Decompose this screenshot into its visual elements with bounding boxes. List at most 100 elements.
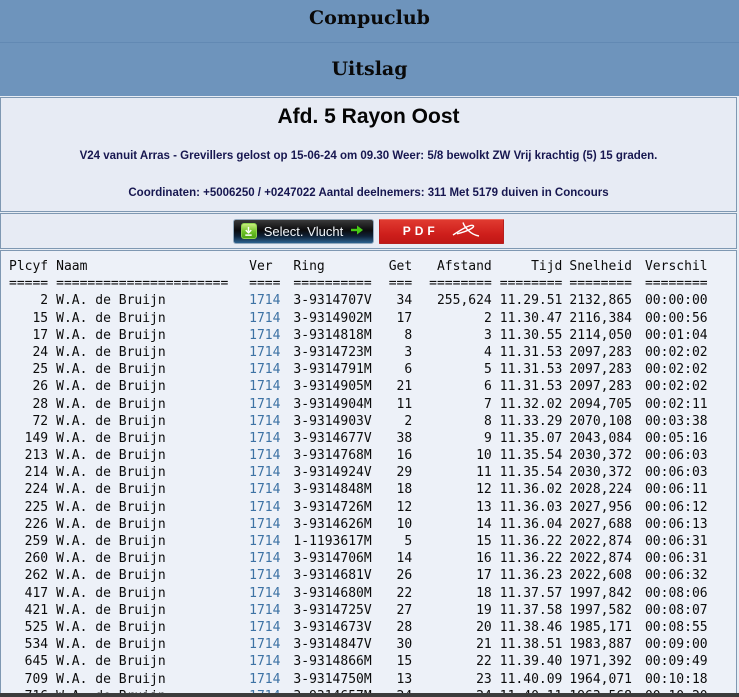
cell-plcyf: 421 xyxy=(24,602,49,618)
ver-link[interactable]: 1714 xyxy=(249,292,280,309)
table-row: 213 W.A. de Bruijn 1714 3-9314768M 16 10 11.35… xyxy=(9,447,736,464)
cell-afstand: 10 xyxy=(476,448,492,464)
ver-link[interactable]: 1714 xyxy=(249,533,280,550)
table-row: 225 W.A. de Bruijn 1714 3-9314726M 12 13 11.36… xyxy=(9,499,736,516)
table-row: 214 W.A. de Bruijn 1714 3-9314924V 29 11 11.35… xyxy=(9,464,736,481)
ver-link[interactable]: 1714 xyxy=(249,344,280,361)
cell-afstand: 5 xyxy=(483,362,492,378)
cell-tijd: 11.37.57 xyxy=(499,585,563,601)
ver-link[interactable]: 1714 xyxy=(249,602,280,619)
cell-plcyf: 149 xyxy=(24,430,49,446)
pdf-button[interactable]: PDF xyxy=(379,218,505,244)
column-header-ver: Ver xyxy=(249,259,273,274)
flight-info-panel: Afd. 5 Rayon Oost V24 vanuit Arras - Gre… xyxy=(0,97,737,212)
cell-afstand: 9 xyxy=(483,430,492,446)
column-header-snelheid: Snelheid xyxy=(569,259,632,274)
ver-link[interactable]: 1714 xyxy=(249,671,280,688)
cell-get: 22 xyxy=(396,585,413,601)
page-title: Afd. 5 Rayon Oost xyxy=(277,105,460,128)
ver-link[interactable]: 1714 xyxy=(249,481,280,498)
table-row: 260 W.A. de Bruijn 1714 3-9314706M 14 16 11.36… xyxy=(9,550,736,567)
cell-tijd: 11.32.02 xyxy=(499,396,563,412)
cell-get: 21 xyxy=(396,379,413,395)
cell-ring: 3-9314706M xyxy=(293,551,372,567)
cell-get: 34 xyxy=(396,293,413,309)
cell-snelheid: 2043,084 xyxy=(569,430,632,446)
table-row: 417 W.A. de Bruijn 1714 3-9314680M 22 18 11.37… xyxy=(9,585,736,602)
ver-link[interactable]: 1714 xyxy=(249,413,280,430)
cell-tijd: 11.30.47 xyxy=(499,310,563,326)
cell-snelheid: 2116,384 xyxy=(569,310,632,326)
cell-get: 18 xyxy=(396,482,413,498)
table-row: 525 W.A. de Bruijn 1714 3-9314673V 28 20 11.38… xyxy=(9,619,736,636)
ver-link[interactable]: 1714 xyxy=(249,447,280,464)
ver-link[interactable]: 1714 xyxy=(249,585,280,602)
table-row: 15 W.A. de Bruijn 1714 3-9314902M 17 2 11.30.4… xyxy=(9,310,736,327)
ver-link[interactable]: 1714 xyxy=(249,361,280,378)
banner-title: Compuclub xyxy=(0,0,739,43)
column-header-naam: Naam xyxy=(56,259,88,274)
cell-ring: 3-9314848M xyxy=(293,482,372,498)
ver-link[interactable]: 1714 xyxy=(249,619,280,636)
cell-naam: W.A. de Bruijn xyxy=(56,327,166,343)
ver-link[interactable]: 1714 xyxy=(249,327,280,344)
column-header-plcyf: Plcyf xyxy=(9,259,49,274)
cell-snelheid: 2022,608 xyxy=(569,568,632,584)
ver-link[interactable]: 1714 xyxy=(249,378,280,395)
cell-plcyf: 24 xyxy=(32,344,49,360)
ver-link[interactable]: 1714 xyxy=(249,430,280,447)
cell-afstand: 23 xyxy=(476,671,492,687)
cell-tijd: 11.36.04 xyxy=(499,516,563,532)
cell-get: 10 xyxy=(396,516,413,532)
cell-ring: 3-9314673V xyxy=(293,619,372,635)
separator-afstand: ======== xyxy=(429,276,492,292)
ver-link[interactable]: 1714 xyxy=(249,653,280,670)
ver-link[interactable]: 1714 xyxy=(249,464,280,481)
separator-ver: ==== xyxy=(249,276,281,292)
table-row: 24 W.A. de Bruijn 1714 3-9314723M 3 4 11.31.53… xyxy=(9,344,736,361)
cell-snelheid: 2132,865 xyxy=(569,293,632,309)
cell-naam: W.A. de Bruijn xyxy=(56,568,166,584)
cell-plcyf: 525 xyxy=(24,619,49,635)
ver-link[interactable]: 1714 xyxy=(249,550,280,567)
ver-link[interactable]: 1714 xyxy=(249,516,280,533)
cell-ring: 3-9314768M xyxy=(293,448,372,464)
pdf-button-label: PDF xyxy=(402,224,439,238)
separator-snelheid: ======== xyxy=(569,276,632,292)
cell-tijd: 11.29.51 xyxy=(499,293,563,309)
column-header-get: Get xyxy=(388,259,413,274)
ver-link[interactable]: 1714 xyxy=(249,499,280,516)
cell-verschil: 00:06:32 xyxy=(644,568,708,584)
ver-link[interactable]: 1714 xyxy=(249,310,280,327)
cell-get: 27 xyxy=(396,602,413,618)
cell-afstand: 14 xyxy=(476,516,492,532)
cell-tijd: 11.31.53 xyxy=(499,344,563,360)
cell-ring: 1-1193617M xyxy=(293,534,372,549)
column-header-afstand: Afstand xyxy=(436,259,492,274)
cell-plcyf: 709 xyxy=(24,671,49,687)
select-vlucht-button[interactable]: Select. Vlucht xyxy=(232,218,375,244)
table-row: 534 W.A. de Bruijn 1714 3-9314847V 30 21 11.38… xyxy=(9,636,736,653)
cell-naam: W.A. de Bruijn xyxy=(56,602,166,618)
cell-plcyf: 645 xyxy=(24,654,49,670)
cell-tijd: 11.36.03 xyxy=(499,499,563,515)
cell-tijd: 11.38.51 xyxy=(499,637,563,653)
cell-snelheid: 2030,372 xyxy=(569,465,632,481)
cell-get: 2 xyxy=(404,413,413,429)
cell-naam: W.A. de Bruijn xyxy=(56,413,166,429)
table-row: 709 W.A. de Bruijn 1714 3-9314750M 13 23 11.40… xyxy=(9,671,736,688)
cell-naam: W.A. de Bruijn xyxy=(56,637,166,653)
ver-link[interactable]: 1714 xyxy=(249,636,280,653)
ver-link[interactable]: 1714 xyxy=(249,396,280,413)
cell-verschil: 00:05:16 xyxy=(644,430,708,446)
cell-plcyf: 259 xyxy=(24,534,49,549)
cell-verschil: 00:09:00 xyxy=(644,637,708,653)
cell-tijd: 11.36.23 xyxy=(499,568,563,584)
cell-ring: 3-9314626M xyxy=(293,516,372,532)
download-icon xyxy=(240,223,257,239)
cell-verschil: 00:08:07 xyxy=(644,602,708,618)
cell-naam: W.A. de Bruijn xyxy=(56,465,166,481)
ver-link[interactable]: 1714 xyxy=(249,567,280,584)
cell-snelheid: 2022,874 xyxy=(569,534,632,549)
cell-naam: W.A. de Bruijn xyxy=(56,430,166,446)
